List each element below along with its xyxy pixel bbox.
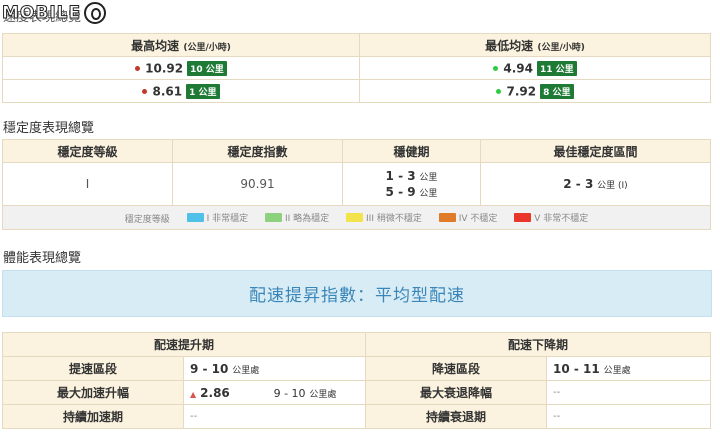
speed-row: 8.61 1 公里 7.92 8 公里: [2, 79, 711, 103]
pace-up-label: 持續加速期: [2, 404, 184, 429]
green-dot-icon: [493, 65, 499, 71]
legend-item: I 非常穩定: [186, 211, 248, 224]
max-speed-cell: 8.61 1 公里: [2, 79, 360, 103]
legend-item: V 非常不穩定: [514, 211, 588, 224]
red-dot-icon: [135, 65, 141, 71]
min-speed-header: 最低均速 (公里/小時): [359, 33, 711, 57]
legend-item: II 略為穩定: [264, 211, 329, 224]
stability-level-value: I: [2, 162, 173, 206]
stable-period-value: 1 - 3 公里 5 - 9 公里: [342, 162, 481, 206]
stable-period-header: 穩健期: [342, 139, 481, 163]
pace-index-banner: 配速提昇指數：平均型配速: [2, 270, 712, 317]
pace-table: 配速提升期 配速下降期 提速區段 9 - 10 公里處 降速區段 10 - 11…: [2, 332, 711, 429]
stability-table: 穩定度等級 穩定度指數 穩健期 最佳穩定度區間 I 90.91 1 - 3 公里…: [2, 139, 711, 230]
stability-legend: 穩定度等級 I 非常穩定 II 略為穩定 III 稍微不穩定 IV 不穩定 V …: [2, 205, 711, 230]
pace-down-label: 最大衰退降幅: [365, 380, 547, 405]
mobile01-logo: MOBILE: [1, 2, 107, 24]
pace-down-value: 10 - 11 公里處: [546, 356, 711, 381]
up-triangle-icon: ▲: [190, 389, 197, 399]
stability-index-header: 穩定度指數: [172, 139, 343, 163]
legend-item: III 稍微不穩定: [346, 211, 422, 224]
pace-down-value: --: [546, 380, 711, 405]
pace-up-label: 最大加速升幅: [2, 380, 184, 405]
pace-up-value: 9 - 10 公里處: [183, 356, 366, 381]
logo-icon: [84, 2, 107, 24]
speed-row: 10.92 10 公里 4.94 11 公里: [2, 56, 711, 80]
stability-level-header: 穩定度等級: [2, 139, 173, 163]
max-speed-header: 最高均速 (公里/小時): [2, 33, 360, 57]
stability-index-value: 90.91: [172, 162, 343, 206]
table-row: 最大加速升幅 ▲ 2.86 9 - 10 公里處 最大衰退降幅 --: [2, 380, 711, 405]
pace-up-value: ▲ 2.86 9 - 10 公里處: [183, 380, 366, 405]
pace-up-value: --: [183, 404, 366, 429]
max-speed-cell: 10.92 10 公里: [2, 56, 360, 80]
km-badge: 8 公里: [540, 83, 574, 99]
legend-label: 穩定度等級: [124, 214, 170, 225]
fitness-section-title: 體能表現總覽: [3, 251, 82, 266]
pace-down-header: 配速下降期: [365, 332, 711, 357]
pace-down-label: 持續衰退期: [365, 404, 547, 429]
km-badge: 10 公里: [187, 60, 227, 76]
logo-text: MOBILE: [1, 3, 82, 24]
pace-up-label: 提速區段: [2, 356, 184, 381]
green-dot-icon: [496, 88, 502, 94]
stability-section-title: 穩定度表現總覽: [3, 121, 95, 136]
best-range-value: 2 - 3 公里 (I): [480, 162, 711, 206]
pace-up-header: 配速提升期: [2, 332, 366, 357]
min-speed-cell: 4.94 11 公里: [359, 56, 711, 80]
km-badge: 11 公里: [536, 60, 577, 76]
pace-down-value: --: [546, 404, 711, 429]
table-row: 持續加速期 -- 持續衰退期 --: [2, 404, 711, 429]
table-row: 提速區段 9 - 10 公里處 降速區段 10 - 11 公里處: [2, 356, 711, 381]
km-badge: 1 公里: [186, 83, 220, 99]
speed-table: 最高均速 (公里/小時) 最低均速 (公里/小時) 10.92 10 公里 4.9…: [2, 33, 711, 103]
min-speed-cell: 7.92 8 公里: [359, 79, 711, 103]
pace-down-label: 降速區段: [365, 356, 547, 381]
red-dot-icon: [142, 88, 148, 94]
legend-item: IV 不穩定: [438, 211, 497, 224]
best-range-header: 最佳穩定度區間: [480, 139, 711, 163]
